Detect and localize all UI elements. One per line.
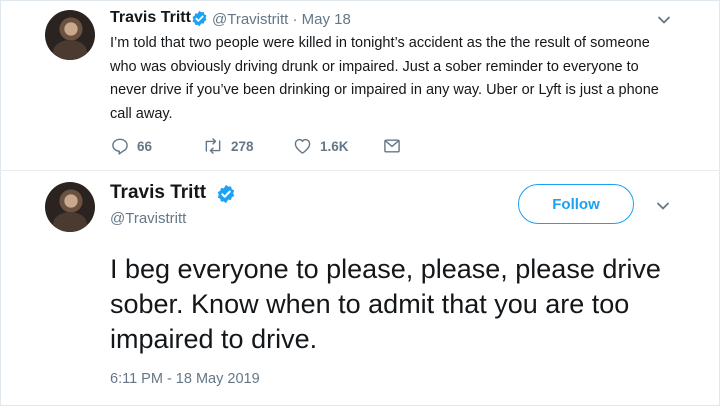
reply-count: 66 (137, 138, 153, 154)
tweet-text: I beg everyone to please, please, please… (110, 254, 661, 354)
tweet-text: I’m told that two people were killed in … (110, 35, 659, 122)
verified-icon (216, 184, 236, 209)
reply-button[interactable]: 66 (110, 134, 152, 158)
author-name[interactable]: Travis Tritt (110, 9, 191, 27)
retweet-button[interactable]: 278 (202, 134, 254, 158)
direct-message-button[interactable] (382, 134, 402, 158)
follow-button[interactable]: Follow (518, 184, 634, 224)
like-icon (292, 136, 313, 156)
direct-message-icon (382, 136, 402, 156)
author-name[interactable]: Travis Tritt (110, 182, 206, 204)
like-button[interactable]: 1.6K (292, 134, 349, 158)
handle-and-date[interactable]: @Travistritt · May 18 (212, 11, 351, 28)
retweet-icon (202, 136, 224, 156)
divider (0, 170, 720, 171)
reply-icon (110, 136, 130, 156)
verified-icon (191, 10, 208, 32)
avatar[interactable] (45, 182, 95, 232)
chevron-down-icon[interactable] (656, 12, 672, 33)
chevron-down-icon[interactable] (655, 198, 671, 219)
avatar[interactable] (45, 10, 95, 60)
tweet-timestamp[interactable]: 6:11 PM - 18 May 2019 (110, 371, 260, 387)
author-handle[interactable]: @Travistritt (110, 210, 186, 227)
like-count: 1.6K (320, 138, 349, 154)
retweet-count: 278 (231, 138, 254, 154)
